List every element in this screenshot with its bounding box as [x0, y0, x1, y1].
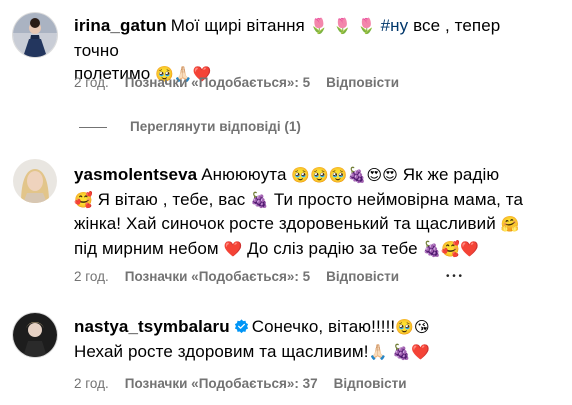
emoji: 🥹😘	[395, 318, 430, 336]
avatar[interactable]	[13, 159, 57, 203]
divider-line	[79, 127, 107, 128]
emoji: 🍇🥰❤️	[422, 239, 479, 258]
emoji: ❤️	[223, 239, 243, 258]
likes-count[interactable]: Позначки «Подобається»: 37	[125, 376, 318, 391]
timestamp[interactable]: 2 год.	[74, 75, 109, 90]
emoji: 🌷 🌷 🌷	[309, 17, 376, 35]
emoji: 🤗	[500, 215, 520, 233]
verified-badge-icon	[234, 319, 248, 334]
emoji: 🥹🥹🥹🍇😍😍	[291, 166, 398, 184]
comment-text: До сліз радію за тебе	[242, 238, 423, 258]
username[interactable]: irina_gatun	[74, 16, 167, 35]
comment-meta: 2 год. Позначки «Подобається»: 5 Відповіст…	[74, 75, 415, 90]
comment-body: nastya_tsymbalaru Сонечко, вітаю!!!!!🥹😘 Н…	[74, 315, 524, 364]
likes-count[interactable]: Позначки «Подобається»: 5	[125, 269, 310, 284]
timestamp[interactable]: 2 год.	[74, 269, 109, 284]
avatar[interactable]	[13, 313, 57, 357]
likes-count[interactable]: Позначки «Подобається»: 5	[125, 75, 310, 90]
comment-text: під мирним небом	[74, 238, 224, 258]
emoji: 🙏🏻 🍇❤️	[368, 342, 430, 361]
reply-button[interactable]: Відповісти	[326, 75, 399, 90]
comment-meta: 2 год. Позначки «Подобається»: 37 Відповіс…	[74, 376, 423, 391]
comment-text: Нехай росте здоровим та щасливим!	[74, 341, 369, 361]
comment-text: Я вітаю , тебе, вас	[92, 189, 251, 209]
comment-text: жінка! Хай синочок росте здоровенький та…	[74, 214, 501, 233]
comment-text: Як же радію	[397, 165, 500, 184]
comment-meta: 2 год. Позначки «Подобається»: 5 Відповіст…	[74, 269, 415, 284]
comment-text: Сонечко, вітаю!!!!!	[251, 317, 396, 336]
more-options-icon[interactable]: • • •	[446, 272, 462, 282]
reply-button[interactable]: Відповісти	[334, 376, 407, 391]
emoji: 🥰	[74, 190, 93, 209]
emoji: 🍇	[250, 190, 269, 209]
reply-button[interactable]: Відповісти	[326, 269, 399, 284]
view-replies-label: Переглянути відповіді (1)	[130, 119, 301, 134]
username[interactable]: nastya_tsymbalaru	[74, 317, 230, 336]
hashtag-link[interactable]: #ну	[381, 16, 409, 35]
timestamp[interactable]: 2 год.	[74, 376, 109, 391]
avatar[interactable]	[13, 13, 57, 57]
comment-text: Мої щирі вітання	[170, 16, 310, 35]
comment-text: Ти просто неймовірна мама, та	[269, 189, 524, 209]
username[interactable]: yasmolentseva	[74, 165, 197, 184]
comment-text: Анюююута	[201, 165, 292, 184]
comment-body: yasmolentseva Анюююута 🥹🥹🥹🍇😍😍 Як же радію…	[74, 163, 524, 261]
